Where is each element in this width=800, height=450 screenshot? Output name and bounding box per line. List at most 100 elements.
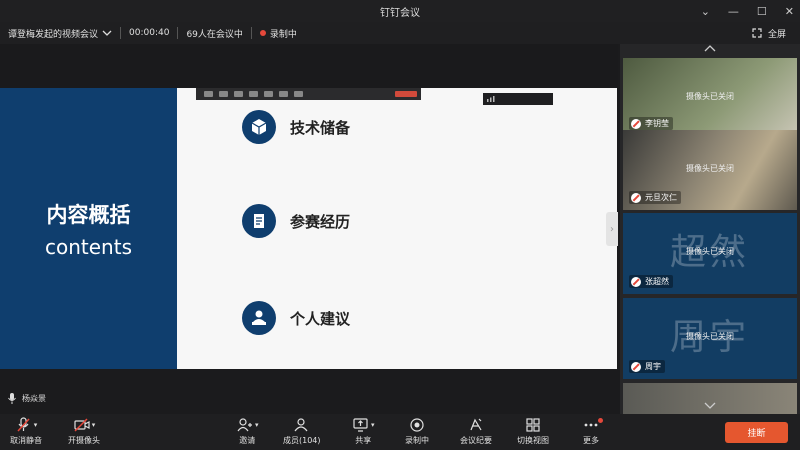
document-icon xyxy=(242,204,276,238)
mini-tool-icon xyxy=(249,91,258,97)
close-button[interactable]: ✕ xyxy=(785,5,794,18)
invite-label: 邀请 xyxy=(239,436,256,445)
members-button[interactable]: 成员(104) xyxy=(283,417,321,446)
camera-off-label: 摄像头已关闭 xyxy=(686,332,734,341)
participant-tile[interactable]: 摄像头已关闭 李钥莹 xyxy=(623,58,797,136)
share-button[interactable]: ▾ 共享 xyxy=(352,417,375,446)
camera-button[interactable]: ▾ 开摄像头 xyxy=(68,417,100,446)
slide-title-en: contents xyxy=(45,234,132,259)
more-label: 更多 xyxy=(583,436,599,445)
grid-view-icon xyxy=(525,417,541,433)
recording-status: 录制中 xyxy=(252,22,305,44)
hangup-button[interactable]: 挂断 xyxy=(725,422,788,443)
camera-off-icon: ▾ xyxy=(73,417,95,433)
collapse-button[interactable]: ⌄ xyxy=(701,5,710,18)
bottom-toolbar: ▾ 取消静音 ▾ 开摄像头 ▾ 邀请 成员(104) ▾ 共享 录制中 会议纪要… xyxy=(0,414,800,450)
invite-button[interactable]: ▾ 邀请 xyxy=(236,417,259,446)
window-title: 钉钉会议 xyxy=(380,7,420,19)
scroll-up-icon[interactable] xyxy=(620,44,800,57)
mini-tool-icon xyxy=(204,91,213,97)
camera-off-label: 摄像头已关闭 xyxy=(686,247,734,256)
participant-name-tag: 周宇 xyxy=(629,360,665,373)
participant-tile[interactable]: 超然 摄像头已关闭 张超然 xyxy=(623,213,797,294)
record-icon xyxy=(409,417,425,433)
unmute-button[interactable]: ▾ 取消静音 xyxy=(10,417,42,446)
person-computer-icon xyxy=(242,301,276,335)
fullscreen-button[interactable]: 全屏 xyxy=(752,22,786,44)
recording-label: 录制中 xyxy=(269,29,297,40)
microphone-muted-icon: ▾ xyxy=(15,417,37,433)
cube-icon xyxy=(242,110,276,144)
minimize-button[interactable]: — xyxy=(728,5,739,18)
chevron-down-icon xyxy=(102,30,112,36)
meeting-name-dropdown[interactable]: 谭登梅发起的视频会议 xyxy=(0,22,120,44)
presenter-mini-toolbar xyxy=(196,88,421,100)
minutes-icon xyxy=(468,417,484,433)
slide-title-zh: 内容概括 xyxy=(46,202,131,227)
notification-dot-icon xyxy=(598,418,603,423)
mini-tool-icon xyxy=(264,91,273,97)
mic-muted-icon xyxy=(631,276,641,287)
mini-tool-icon xyxy=(294,91,303,97)
minutes-label: 会议纪要 xyxy=(460,436,492,445)
meeting-info-bar: 谭登梅发起的视频会议 00:00:40 69人在会议中 录制中 全屏 xyxy=(0,22,800,44)
meeting-name: 谭登梅发起的视频会议 xyxy=(8,29,99,40)
switch-view-label: 切换视图 xyxy=(517,436,549,445)
record-dot-icon xyxy=(259,30,266,36)
participant-name: 张超然 xyxy=(645,277,669,286)
collapse-panel-icon[interactable]: › xyxy=(606,212,618,246)
camera-off-label: 摄像头已关闭 xyxy=(686,92,734,101)
camera-off-label: 摄像头已关闭 xyxy=(686,164,734,173)
mini-tool-icon xyxy=(234,91,243,97)
participant-name-tag: 张超然 xyxy=(629,275,673,288)
share-screen-icon: ▾ xyxy=(352,417,375,433)
mic-muted-icon xyxy=(631,118,641,129)
more-button[interactable]: 更多 xyxy=(583,417,603,446)
recording-button[interactable]: 录制中 xyxy=(405,417,429,446)
camera-label: 开摄像头 xyxy=(68,436,100,445)
mic-muted-icon xyxy=(631,192,641,203)
members-label: 成员(104) xyxy=(283,436,321,445)
toc-item: 参赛经历 xyxy=(242,204,350,238)
toc-label: 技术储备 xyxy=(290,118,351,137)
microphone-icon xyxy=(8,393,16,404)
share-label: 共享 xyxy=(355,436,372,445)
minutes-button[interactable]: 会议纪要 xyxy=(460,417,492,446)
participant-name-tag: 李钥莹 xyxy=(629,117,673,130)
participant-name: 周宇 xyxy=(645,362,661,371)
participant-tile[interactable]: 摄像头已关闭 元旦次仁 xyxy=(623,130,797,210)
slide-title-panel: 内容概括 contents xyxy=(0,88,177,369)
mini-tool-icon xyxy=(279,91,288,97)
mic-muted-icon xyxy=(631,361,641,372)
active-speaker: 杨焱景 xyxy=(8,393,46,404)
meeting-timer: 00:00:40 xyxy=(129,28,170,38)
scroll-down-icon[interactable] xyxy=(620,400,800,413)
speaker-name: 杨焱景 xyxy=(22,394,46,403)
fullscreen-icon xyxy=(752,28,762,38)
presenter-mini-box xyxy=(483,93,553,105)
toc-item: 技术储备 xyxy=(242,110,350,144)
toc-item: 个人建议 xyxy=(242,301,350,335)
participant-tile[interactable]: 周宇 摄像头已关闭 周宇 xyxy=(623,298,797,379)
toc-label: 参赛经历 xyxy=(290,212,351,231)
participant-name-tag: 元旦次仁 xyxy=(629,191,681,204)
participant-count: 69人在会议中 xyxy=(186,29,243,40)
signal-icon xyxy=(487,96,495,102)
participant-name: 元旦次仁 xyxy=(645,193,677,202)
participant-name: 李钥莹 xyxy=(645,119,669,128)
mini-tool-icon xyxy=(219,91,228,97)
title-bar: 钉钉会议 ⌄ — ☐ ✕ xyxy=(0,0,800,22)
participant-panel: 摄像头已关闭 李钥莹 摄像头已关闭 元旦次仁 超然 摄像头已关闭 张超然 周宇 … xyxy=(620,44,800,414)
window-controls: ⌄ — ☐ ✕ xyxy=(701,0,794,22)
shared-slide: 内容概括 contents 技术储备 参赛经历 个人建议 xyxy=(0,88,617,369)
recording-label: 录制中 xyxy=(405,436,429,445)
invite-user-icon: ▾ xyxy=(236,417,259,433)
unmute-label: 取消静音 xyxy=(10,436,42,445)
mini-stop-icon xyxy=(395,91,417,97)
toc-label: 个人建议 xyxy=(290,309,351,328)
maximize-button[interactable]: ☐ xyxy=(757,5,767,18)
members-icon xyxy=(293,417,311,433)
more-dots-icon xyxy=(583,417,603,433)
fullscreen-label: 全屏 xyxy=(767,29,786,40)
switch-view-button[interactable]: 切换视图 xyxy=(517,417,549,446)
